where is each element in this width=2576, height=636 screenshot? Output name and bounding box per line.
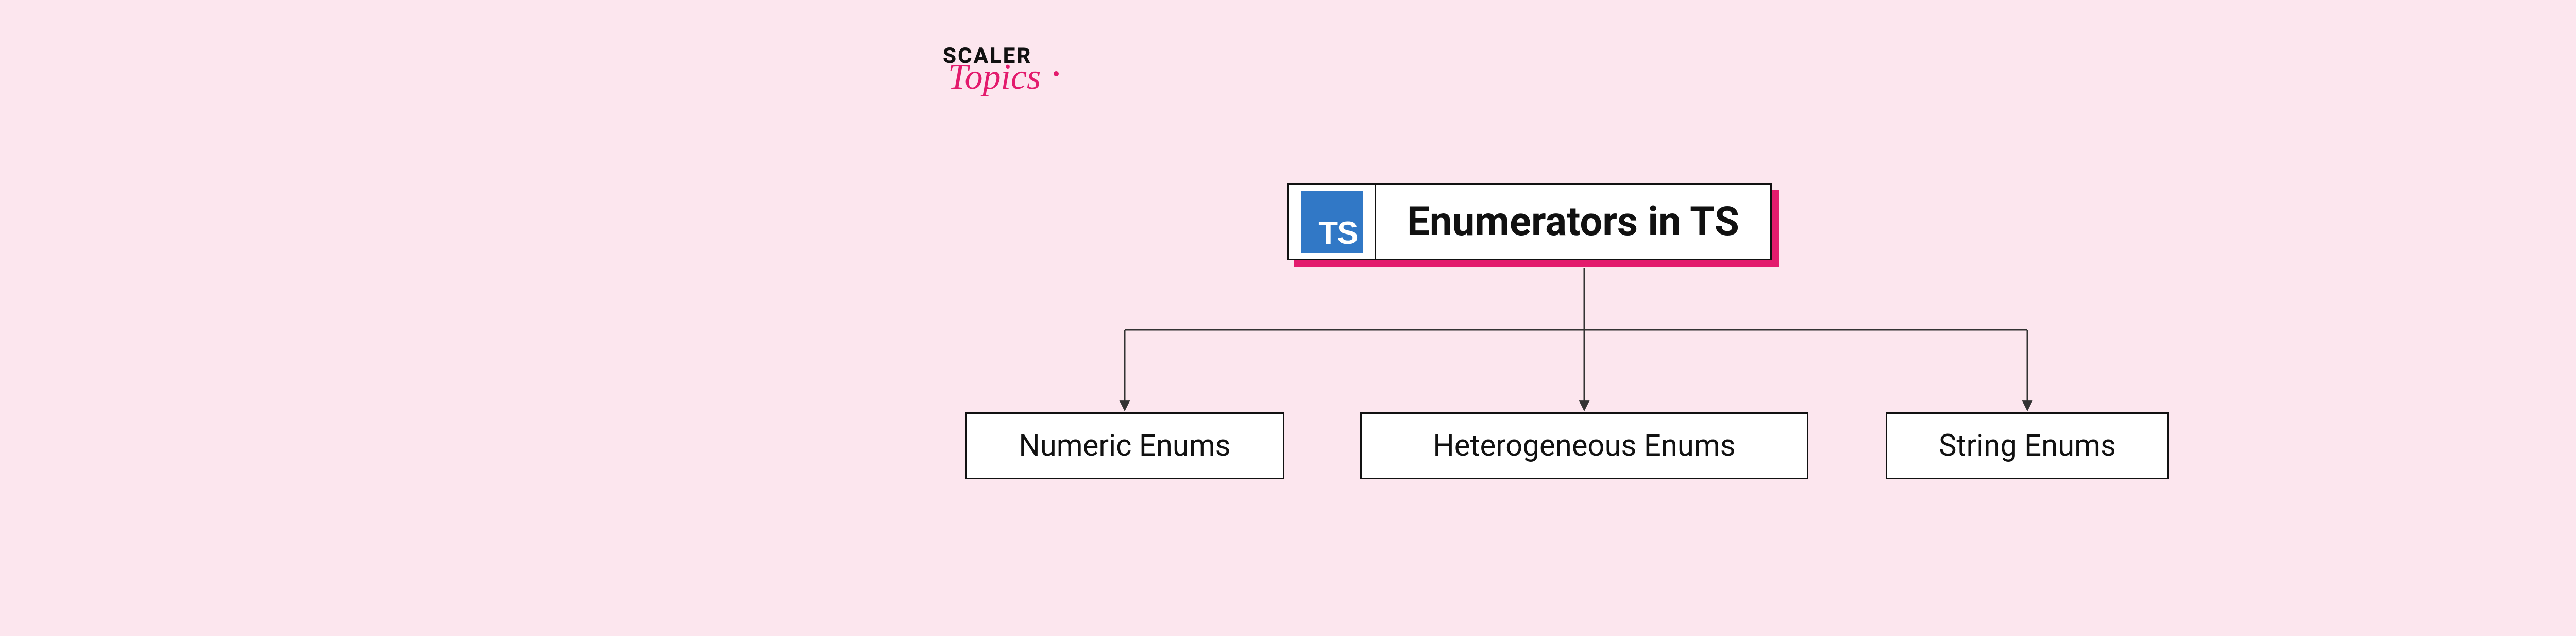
tree-connectors	[0, 0, 2576, 636]
typescript-icon-text: TS	[1318, 215, 1362, 253]
child-node-label: Heterogeneous Enums	[1433, 428, 1735, 463]
root-icon-cell: TS	[1289, 185, 1376, 259]
child-node-label: String Enums	[1939, 428, 2116, 463]
child-node-numeric: Numeric Enums	[965, 412, 1284, 479]
typescript-icon: TS	[1301, 191, 1363, 253]
root-node-box: TS Enumerators in TS	[1287, 183, 1772, 260]
logo-dot-decoration	[1054, 71, 1059, 76]
child-node-label: Numeric Enums	[1019, 428, 1230, 463]
scaler-topics-logo: SCALER Topics	[943, 45, 1036, 92]
root-node-label: Enumerators in TS	[1376, 185, 1770, 259]
child-node-string: String Enums	[1886, 412, 2169, 479]
logo-line-topics: Topics	[948, 64, 1041, 90]
child-node-heterogeneous: Heterogeneous Enums	[1360, 412, 1808, 479]
root-node: TS Enumerators in TS	[1287, 183, 1772, 260]
